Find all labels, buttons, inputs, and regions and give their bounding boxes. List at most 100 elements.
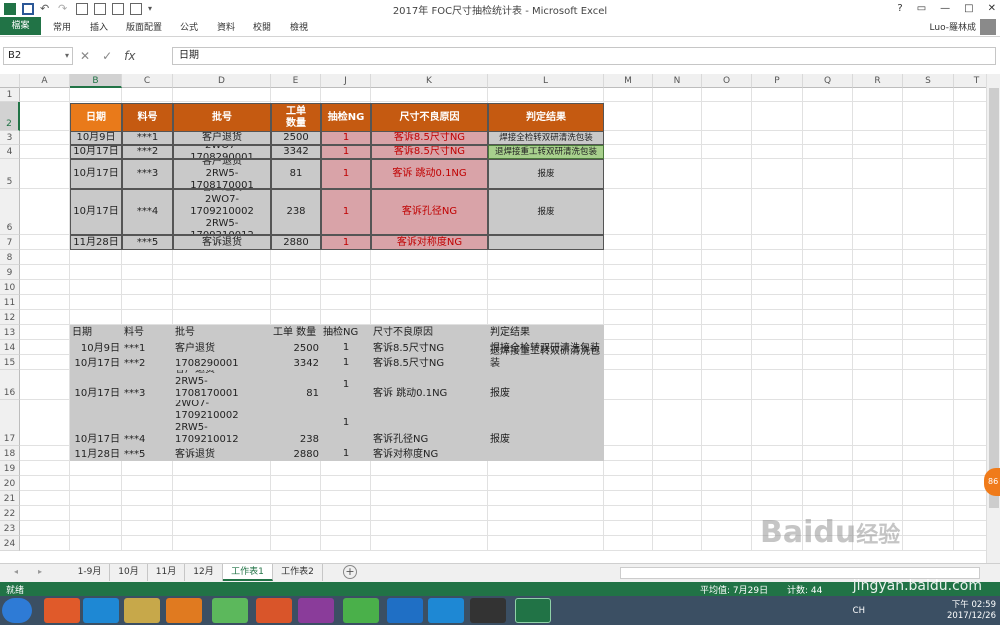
row-header-20[interactable]: 20 — [0, 476, 20, 491]
table2-ng-cell[interactable]: 1 — [321, 400, 371, 446]
column-header-c[interactable]: C — [122, 74, 173, 88]
row-header-21[interactable]: 21 — [0, 491, 20, 506]
table2-header-cell[interactable]: 抽检NG — [321, 325, 371, 340]
table2-result-cell[interactable]: 报废 — [488, 370, 604, 400]
header-item[interactable]: 料号 — [122, 103, 173, 132]
sheet-tab-11[interactable]: 11月 — [148, 564, 185, 581]
sheet-tab-10[interactable]: 10月 — [110, 564, 148, 581]
column-header-o[interactable]: O — [702, 74, 752, 88]
table2-date-cell[interactable]: 10月17日 — [70, 370, 122, 400]
header-date[interactable]: 日期 — [70, 103, 122, 132]
table1-item-cell[interactable]: ***5 — [122, 235, 173, 250]
row-header-8[interactable]: 8 — [0, 250, 20, 265]
maximize-icon[interactable]: □ — [964, 3, 973, 14]
table2-ng-cell[interactable]: 1 — [321, 446, 371, 461]
table2-lot-cell[interactable]: 客诉退货 — [173, 446, 271, 461]
column-header-n[interactable]: N — [653, 74, 702, 88]
table2-date-cell[interactable]: 11月28日 — [70, 446, 122, 461]
row-header-24[interactable]: 24 — [0, 536, 20, 551]
row-header-10[interactable]: 10 — [0, 280, 20, 295]
tab-file[interactable]: 檔案 — [0, 17, 41, 35]
table1-qty-cell[interactable]: 3342 — [271, 145, 321, 159]
row-header-2[interactable]: 2 — [0, 102, 20, 131]
header-qty[interactable]: 工单数量 — [271, 103, 321, 132]
table2-result-cell[interactable]: 退焊接重工转双研清洗包装 — [488, 346, 604, 370]
table1-ng-cell[interactable]: 1 — [321, 235, 371, 250]
table1-lot-cell[interactable]: 客户退货 2WO7-1709210002 2RW5-1709210012 — [173, 189, 271, 235]
row-header-18[interactable]: 18 — [0, 446, 20, 461]
table2-lot-cell[interactable]: 客户退货 2WO7-1709210002 2RW5-1709210012 — [173, 400, 271, 446]
sheet-tab-sheet2[interactable]: 工作表2 — [273, 564, 323, 581]
table1-result-cell[interactable]: 退焊接重工转双研清洗包装 — [488, 145, 604, 159]
row-header-3[interactable]: 3 — [0, 131, 20, 145]
table1-ng-cell[interactable]: 1 — [321, 131, 371, 145]
confirm-entry-icon[interactable]: ✓ — [102, 49, 112, 63]
table2-header-cell[interactable]: 日期 — [70, 325, 122, 340]
name-box[interactable]: B2 ▾ — [3, 47, 73, 65]
ribbon-display-icon[interactable]: ▭ — [917, 3, 926, 14]
sheet-tab-1-9[interactable]: 1-9月 — [70, 564, 110, 581]
row-header-12[interactable]: 12 — [0, 310, 20, 325]
column-header-b[interactable]: B — [70, 74, 122, 88]
table1-date-cell[interactable]: 10月9日 — [70, 131, 122, 145]
user-account[interactable]: Luo-羅林成 — [930, 17, 996, 36]
taskbar-excel-icon[interactable] — [515, 598, 551, 623]
tab-insert[interactable]: 插入 — [90, 20, 108, 33]
table2-header-cell[interactable]: 料号 — [122, 325, 173, 340]
table1-ng-cell[interactable]: 1 — [321, 145, 371, 159]
vertical-scroll-thumb[interactable] — [989, 88, 999, 508]
table1-reason-cell[interactable]: 客诉 跳动0.1NG — [371, 159, 488, 189]
row-header-23[interactable]: 23 — [0, 521, 20, 536]
table1-lot-cell[interactable]: 客诉退货 — [173, 235, 271, 250]
row-header-9[interactable]: 9 — [0, 265, 20, 280]
table2-date-cell[interactable]: 10月17日 — [70, 355, 122, 370]
column-header-q[interactable]: Q — [803, 74, 853, 88]
table2-header-cell[interactable]: 判定结果 — [488, 325, 604, 340]
tab-formulas[interactable]: 公式 — [180, 20, 198, 33]
table2-item-cell[interactable]: ***1 — [122, 340, 173, 355]
tab-review[interactable]: 校閱 — [253, 20, 271, 33]
worksheet-grid[interactable]: ABCDEJKLMNOPQRST 1 2 3 4 5 6 7 8 9 10 11 12 13 14 15 16… — [0, 74, 1000, 566]
tab-view[interactable]: 檢視 — [290, 20, 308, 33]
column-header-s[interactable]: S — [903, 74, 954, 88]
sheet-tab-12[interactable]: 12月 — [185, 564, 223, 581]
table1-item-cell[interactable]: ***3 — [122, 159, 173, 189]
column-header-l[interactable]: L — [488, 74, 604, 88]
table2-date-cell[interactable]: 10月9日 — [70, 340, 122, 355]
taskbar-fox-icon[interactable] — [256, 598, 292, 623]
taskbar-refresh-icon[interactable] — [212, 598, 248, 623]
table2-result-cell[interactable]: 报废 — [488, 400, 604, 446]
tab-page-layout[interactable]: 版面配置 — [126, 20, 162, 33]
table1-reason-cell[interactable]: 客诉8.5尺寸NG — [371, 145, 488, 159]
table2-item-cell[interactable]: ***5 — [122, 446, 173, 461]
taskbar-ie2-icon[interactable] — [428, 598, 464, 623]
row-header-5[interactable]: 5 — [0, 159, 20, 189]
table1-qty-cell[interactable]: 2500 — [271, 131, 321, 145]
tab-home[interactable]: 常用 — [53, 20, 71, 33]
table1-ng-cell[interactable]: 1 — [321, 189, 371, 235]
insert-function-icon[interactable]: fx — [124, 49, 135, 63]
table2-reason-cell[interactable]: 客诉对称度NG — [371, 446, 488, 461]
table1-qty-cell[interactable]: 238 — [271, 189, 321, 235]
taskbar-camera-icon[interactable] — [470, 598, 506, 623]
column-header-a[interactable]: A — [20, 74, 70, 88]
table2-ng-cell[interactable]: 1 — [321, 340, 371, 355]
table2-header-cell[interactable]: 尺寸不良原因 — [371, 325, 488, 340]
table1-reason-cell[interactable]: 客诉孔径NG — [371, 189, 488, 235]
table2-qty-cell[interactable]: 81 — [271, 370, 321, 400]
column-header-j[interactable]: J — [321, 74, 371, 88]
start-button-icon[interactable] — [2, 598, 32, 623]
formula-input[interactable]: 日期 — [172, 47, 996, 65]
table1-date-cell[interactable]: 10月17日 — [70, 145, 122, 159]
taskbar-ie-icon[interactable] — [83, 598, 119, 623]
taskbar-media-icon[interactable] — [166, 598, 202, 623]
table1-lot-cell[interactable]: 客户退货 2RW5-1708170001 — [173, 159, 271, 189]
table2-qty-cell[interactable]: 2500 — [271, 340, 321, 355]
table2-ng-cell[interactable]: 1 — [321, 355, 371, 370]
table1-item-cell[interactable]: ***1 — [122, 131, 173, 145]
floating-badge[interactable]: 86 — [984, 468, 1000, 496]
taskbar-outlook-icon[interactable] — [387, 598, 423, 623]
scroll-left-icon[interactable]: ◂ — [14, 567, 18, 576]
table1-result-cell[interactable] — [488, 235, 604, 250]
table2-lot-cell[interactable]: 客户退货 2RW5-1708170001 — [173, 370, 271, 400]
